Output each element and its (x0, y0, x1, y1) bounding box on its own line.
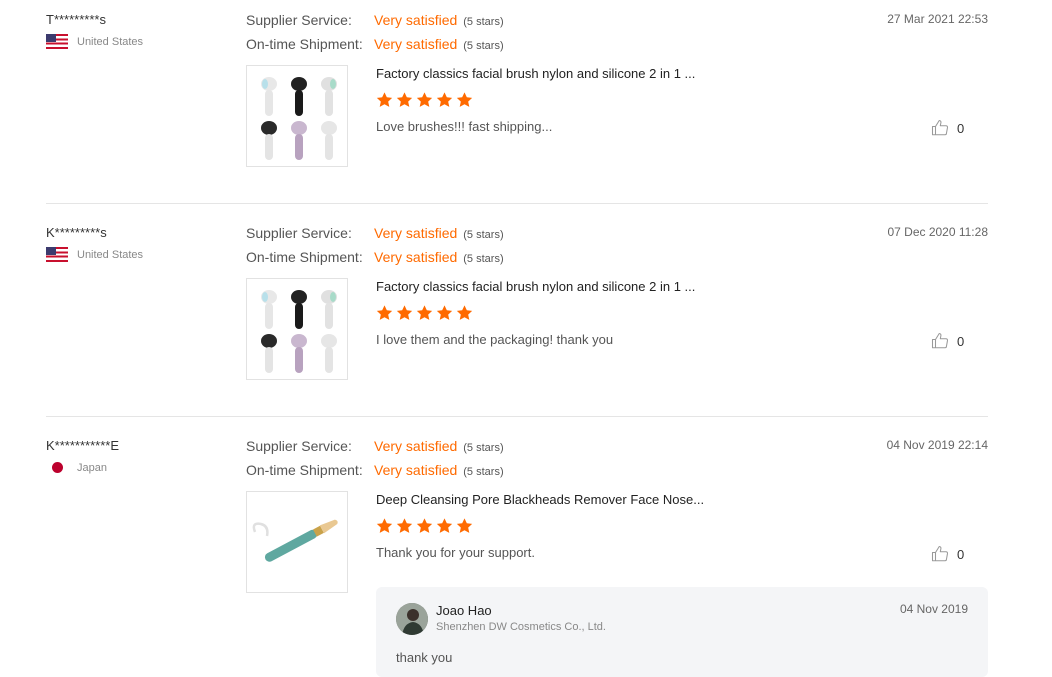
star-icon (456, 518, 473, 533)
thumbs-up-icon (931, 332, 949, 349)
star-icon (396, 518, 413, 533)
supplier-service-rating: Supplier Service: Very satisfied (5 stars) (246, 438, 504, 454)
us-flag-icon (46, 247, 68, 262)
country-name: United States (77, 35, 144, 48)
supplier-service-label: Supplier Service: (246, 438, 352, 454)
like-count: 0 (957, 546, 965, 562)
review-comment: I love them and the packaging! thank you (376, 332, 614, 347)
review-comment: Thank you for your support. (376, 545, 535, 560)
star-icon (436, 92, 453, 107)
star-icon (456, 305, 473, 320)
star-icon (416, 92, 433, 107)
reply-text: thank you (396, 650, 453, 665)
product-thumbnail[interactable] (246, 278, 348, 380)
reply-date: 04 Nov 2019 (899, 602, 968, 616)
star-icon (376, 518, 393, 533)
star-icon (376, 92, 393, 107)
review-divider (46, 203, 988, 204)
supplier-service-value: Very satisfied (374, 438, 458, 454)
product-thumbnail[interactable] (246, 491, 348, 593)
star-icon (416, 305, 433, 320)
review-date: 04 Nov 2019 22:14 (886, 438, 988, 452)
buyer-name: K***********E (46, 438, 119, 453)
shipment-label: On-time Shipment: (246, 249, 363, 265)
shipment-rating: On-time Shipment: Very satisfied (5 stars) (246, 249, 504, 265)
shipment-stars: (5 stars) (463, 253, 504, 265)
supplier-service-label: Supplier Service: (246, 12, 352, 28)
star-icon (376, 305, 393, 320)
shipment-stars: (5 stars) (463, 466, 504, 478)
like-count: 0 (957, 120, 965, 136)
product-title[interactable]: Factory classics facial brush nylon and … (376, 279, 736, 294)
review-date: 27 Mar 2021 22:53 (887, 12, 988, 26)
review-card: K*********s United States Supplier Servi… (46, 225, 988, 415)
shipment-value: Very satisfied (374, 249, 458, 265)
avatar (396, 603, 428, 635)
review-comment: Love brushes!!! fast shipping... (376, 119, 553, 134)
country-name: Japan (77, 461, 107, 474)
buyer-country: United States (46, 247, 143, 262)
reply-company: Shenzhen DW Cosmetics Co., Ltd. (436, 621, 606, 633)
product-thumbnail[interactable] (246, 65, 348, 167)
reply-author: Joao Hao (436, 603, 492, 618)
review-date: 07 Dec 2020 11:28 (887, 225, 988, 239)
thumbs-up-icon (931, 545, 949, 562)
shipment-value: Very satisfied (374, 36, 458, 52)
supplier-service-stars: (5 stars) (463, 229, 504, 241)
us-flag-icon (46, 34, 68, 49)
supplier-reply: Joao Hao Shenzhen DW Cosmetics Co., Ltd.… (376, 587, 988, 677)
like-count: 0 (957, 333, 965, 349)
buyer-name: K*********s (46, 225, 107, 240)
star-icon (436, 518, 453, 533)
supplier-service-value: Very satisfied (374, 225, 458, 241)
star-icon (416, 518, 433, 533)
star-icon (436, 305, 453, 320)
product-title[interactable]: Factory classics facial brush nylon and … (376, 66, 736, 81)
supplier-service-rating: Supplier Service: Very satisfied (5 stars) (246, 12, 504, 28)
shipment-rating: On-time Shipment: Very satisfied (5 stars) (246, 36, 504, 52)
supplier-service-stars: (5 stars) (463, 16, 504, 28)
thumbs-up-icon (931, 119, 949, 136)
star-icon (456, 92, 473, 107)
review-card: T*********s United States Supplier Servi… (46, 12, 988, 202)
shipment-value: Very satisfied (374, 462, 458, 478)
country-name: United States (77, 248, 144, 261)
buyer-country: United States (46, 34, 143, 49)
buyer-country: Japan (46, 460, 107, 475)
star-icon (396, 92, 413, 107)
supplier-service-value: Very satisfied (374, 12, 458, 28)
supplier-service-stars: (5 stars) (463, 442, 504, 454)
jp-flag-icon (46, 460, 68, 475)
like-button[interactable]: 0 (931, 332, 964, 350)
supplier-service-rating: Supplier Service: Very satisfied (5 stars) (246, 225, 504, 241)
like-button[interactable]: 0 (931, 119, 964, 137)
shipment-rating: On-time Shipment: Very satisfied (5 stars) (246, 462, 504, 478)
shipment-label: On-time Shipment: (246, 462, 363, 478)
shipment-stars: (5 stars) (463, 40, 504, 52)
like-button[interactable]: 0 (931, 545, 964, 563)
product-title[interactable]: Deep Cleansing Pore Blackheads Remover F… (376, 492, 736, 507)
supplier-service-label: Supplier Service: (246, 225, 352, 241)
shipment-label: On-time Shipment: (246, 36, 363, 52)
star-rating (375, 517, 475, 535)
review-divider (46, 416, 988, 417)
star-rating (375, 91, 475, 109)
buyer-name: T*********s (46, 12, 106, 27)
star-icon (396, 305, 413, 320)
star-rating (375, 304, 475, 322)
